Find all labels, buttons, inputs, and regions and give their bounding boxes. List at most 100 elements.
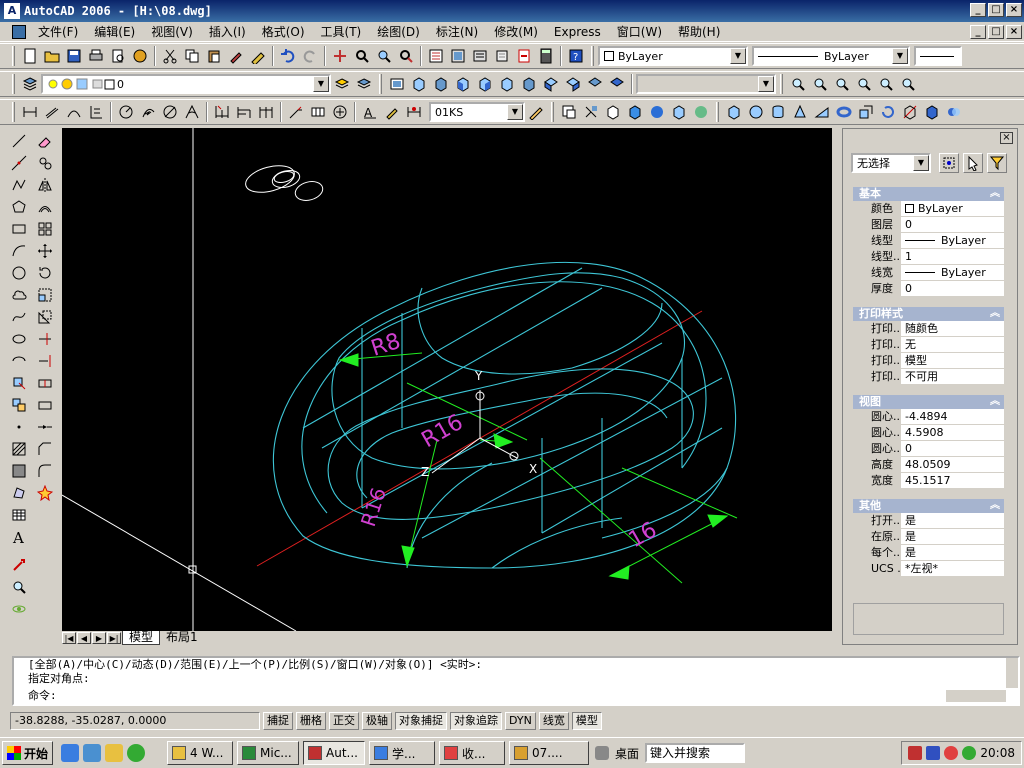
shaded-sphere-icon[interactable] bbox=[646, 101, 668, 123]
bottom-view-icon[interactable] bbox=[430, 73, 452, 95]
linetype-scale-property-value[interactable]: 1 bbox=[901, 249, 1004, 264]
menu-express[interactable]: Express bbox=[546, 25, 609, 39]
ne-iso-view-icon[interactable] bbox=[584, 73, 606, 95]
slice-icon[interactable] bbox=[899, 101, 921, 123]
render-sphere-icon[interactable] bbox=[690, 101, 712, 123]
markup-icon[interactable] bbox=[513, 45, 535, 67]
radius-dimension-icon[interactable] bbox=[115, 101, 137, 123]
chevron-down-icon[interactable]: ▼ bbox=[507, 104, 523, 120]
calculator-icon[interactable] bbox=[535, 45, 557, 67]
lineweight-control-combo[interactable] bbox=[914, 46, 962, 66]
chevron-down-icon[interactable]: ▼ bbox=[758, 76, 774, 92]
explode-icon[interactable] bbox=[35, 482, 55, 504]
angular-dimension-icon[interactable] bbox=[181, 101, 203, 123]
dimension-style-combo[interactable]: 01KS ▼ bbox=[429, 102, 525, 122]
se-iso-view-icon[interactable] bbox=[562, 73, 584, 95]
back-view-icon[interactable] bbox=[518, 73, 540, 95]
ucs-icon-origin-value[interactable]: 是 bbox=[901, 529, 1004, 544]
render-icon[interactable] bbox=[580, 101, 602, 123]
pan-realtime-icon[interactable] bbox=[329, 45, 351, 67]
toolbar-grip[interactable] bbox=[12, 74, 15, 94]
select-objects-icon[interactable] bbox=[963, 153, 983, 173]
tolerance-icon[interactable] bbox=[307, 101, 329, 123]
circle-icon[interactable] bbox=[9, 262, 29, 284]
center-mark-icon[interactable] bbox=[329, 101, 351, 123]
open-folder-icon[interactable] bbox=[41, 45, 63, 67]
box-solid-icon[interactable] bbox=[723, 101, 745, 123]
break-icon[interactable] bbox=[35, 394, 55, 416]
view-style-combo[interactable]: ▼ bbox=[636, 74, 776, 94]
toolbar-grip-props[interactable] bbox=[591, 46, 594, 66]
save-icon[interactable] bbox=[63, 45, 85, 67]
ucs-name-value[interactable]: *左视* bbox=[901, 561, 1004, 576]
command-hscrollbar[interactable] bbox=[946, 690, 1006, 702]
leader-icon[interactable] bbox=[285, 101, 307, 123]
nw-iso-view-icon[interactable] bbox=[606, 73, 628, 95]
grid-toggle[interactable]: 栅格 bbox=[296, 712, 326, 730]
zoom-object-icon[interactable] bbox=[875, 73, 897, 95]
task-excel[interactable]: Mic... bbox=[237, 741, 300, 765]
continue-dimension-icon[interactable] bbox=[255, 101, 277, 123]
taskbar-search-input[interactable]: 键入并搜索 bbox=[645, 743, 746, 763]
zoom-icon[interactable] bbox=[9, 576, 29, 598]
baseline-dimension-icon[interactable] bbox=[233, 101, 255, 123]
cone-solid-icon[interactable] bbox=[789, 101, 811, 123]
scale-icon[interactable] bbox=[35, 284, 55, 306]
wedge-solid-icon[interactable] bbox=[811, 101, 833, 123]
zoom-scale-icon[interactable] bbox=[831, 73, 853, 95]
torus-solid-icon[interactable] bbox=[833, 101, 855, 123]
menu-draw[interactable]: 绘图(D) bbox=[369, 23, 428, 40]
maximize-button[interactable]: □ bbox=[988, 3, 1004, 17]
arc-length-icon[interactable] bbox=[63, 101, 85, 123]
task-windows-explorer[interactable]: 4 W... bbox=[167, 741, 234, 765]
collapse-icon[interactable]: ︽ bbox=[990, 187, 1000, 201]
revolve-icon[interactable] bbox=[877, 101, 899, 123]
ellipse-icon[interactable] bbox=[9, 328, 29, 350]
doc-restore-button[interactable]: □ bbox=[988, 25, 1004, 39]
trim-icon[interactable] bbox=[35, 328, 55, 350]
command-window[interactable]: [全部(A)/中心(C)/动态(D)/范围(E)/上一个(P)/比例(S)/窗口… bbox=[12, 656, 1020, 706]
tray-network-icon[interactable] bbox=[926, 746, 941, 760]
thickness-property-value[interactable]: 0 bbox=[901, 281, 1004, 296]
color-property-value[interactable]: ByLayer bbox=[901, 201, 1004, 216]
chamfer-icon[interactable] bbox=[35, 438, 55, 460]
new-file-icon[interactable] bbox=[19, 45, 41, 67]
hatch-icon[interactable] bbox=[9, 438, 29, 460]
print-icon[interactable] bbox=[85, 45, 107, 67]
section-misc-header[interactable]: 其他 ︽ bbox=[853, 499, 1004, 513]
drawing-canvas[interactable]: R8 R16 R16 16 Y Z X bbox=[62, 128, 832, 631]
zoom-in-icon[interactable] bbox=[787, 73, 809, 95]
section-plot-header[interactable]: 打印样式 ︽ bbox=[853, 307, 1004, 321]
publish-icon[interactable] bbox=[129, 45, 151, 67]
top-view-icon[interactable] bbox=[408, 73, 430, 95]
revision-cloud-icon[interactable] bbox=[9, 284, 29, 306]
line-icon[interactable] bbox=[9, 130, 29, 152]
quick-select-icon[interactable] bbox=[987, 153, 1007, 173]
minimize-button[interactable]: _ bbox=[970, 3, 986, 17]
lineweight-toggle[interactable]: 线宽 bbox=[538, 712, 569, 730]
section-icon[interactable] bbox=[921, 101, 943, 123]
interfere-icon[interactable] bbox=[943, 101, 965, 123]
pan-icon[interactable] bbox=[9, 554, 29, 576]
ie-alt-icon[interactable] bbox=[83, 744, 102, 762]
color-control-combo[interactable]: ByLayer ▼ bbox=[598, 46, 748, 66]
paste-icon[interactable] bbox=[203, 45, 225, 67]
erase-icon[interactable] bbox=[35, 130, 55, 152]
polyline-icon[interactable] bbox=[9, 174, 29, 196]
insert-block-icon[interactable] bbox=[9, 372, 29, 394]
tray-browser-icon[interactable] bbox=[962, 746, 977, 760]
diameter-dimension-icon[interactable] bbox=[159, 101, 181, 123]
layer-previous-icon[interactable] bbox=[353, 73, 375, 95]
zoom-dynamic-icon[interactable] bbox=[809, 73, 831, 95]
menu-view[interactable]: 视图(V) bbox=[143, 23, 201, 40]
break-at-point-icon[interactable] bbox=[35, 372, 55, 394]
zoom-window-icon[interactable] bbox=[373, 45, 395, 67]
toolbar-grip-views[interactable] bbox=[379, 74, 382, 94]
right-view-icon[interactable] bbox=[474, 73, 496, 95]
taskbar-clock[interactable]: 20:08 bbox=[980, 746, 1015, 760]
rectangle-icon[interactable] bbox=[9, 218, 29, 240]
arc-icon[interactable] bbox=[9, 240, 29, 262]
folder-icon[interactable] bbox=[105, 744, 124, 762]
doc-minimize-button[interactable]: _ bbox=[970, 25, 986, 39]
toolbar-grip[interactable] bbox=[12, 46, 15, 66]
